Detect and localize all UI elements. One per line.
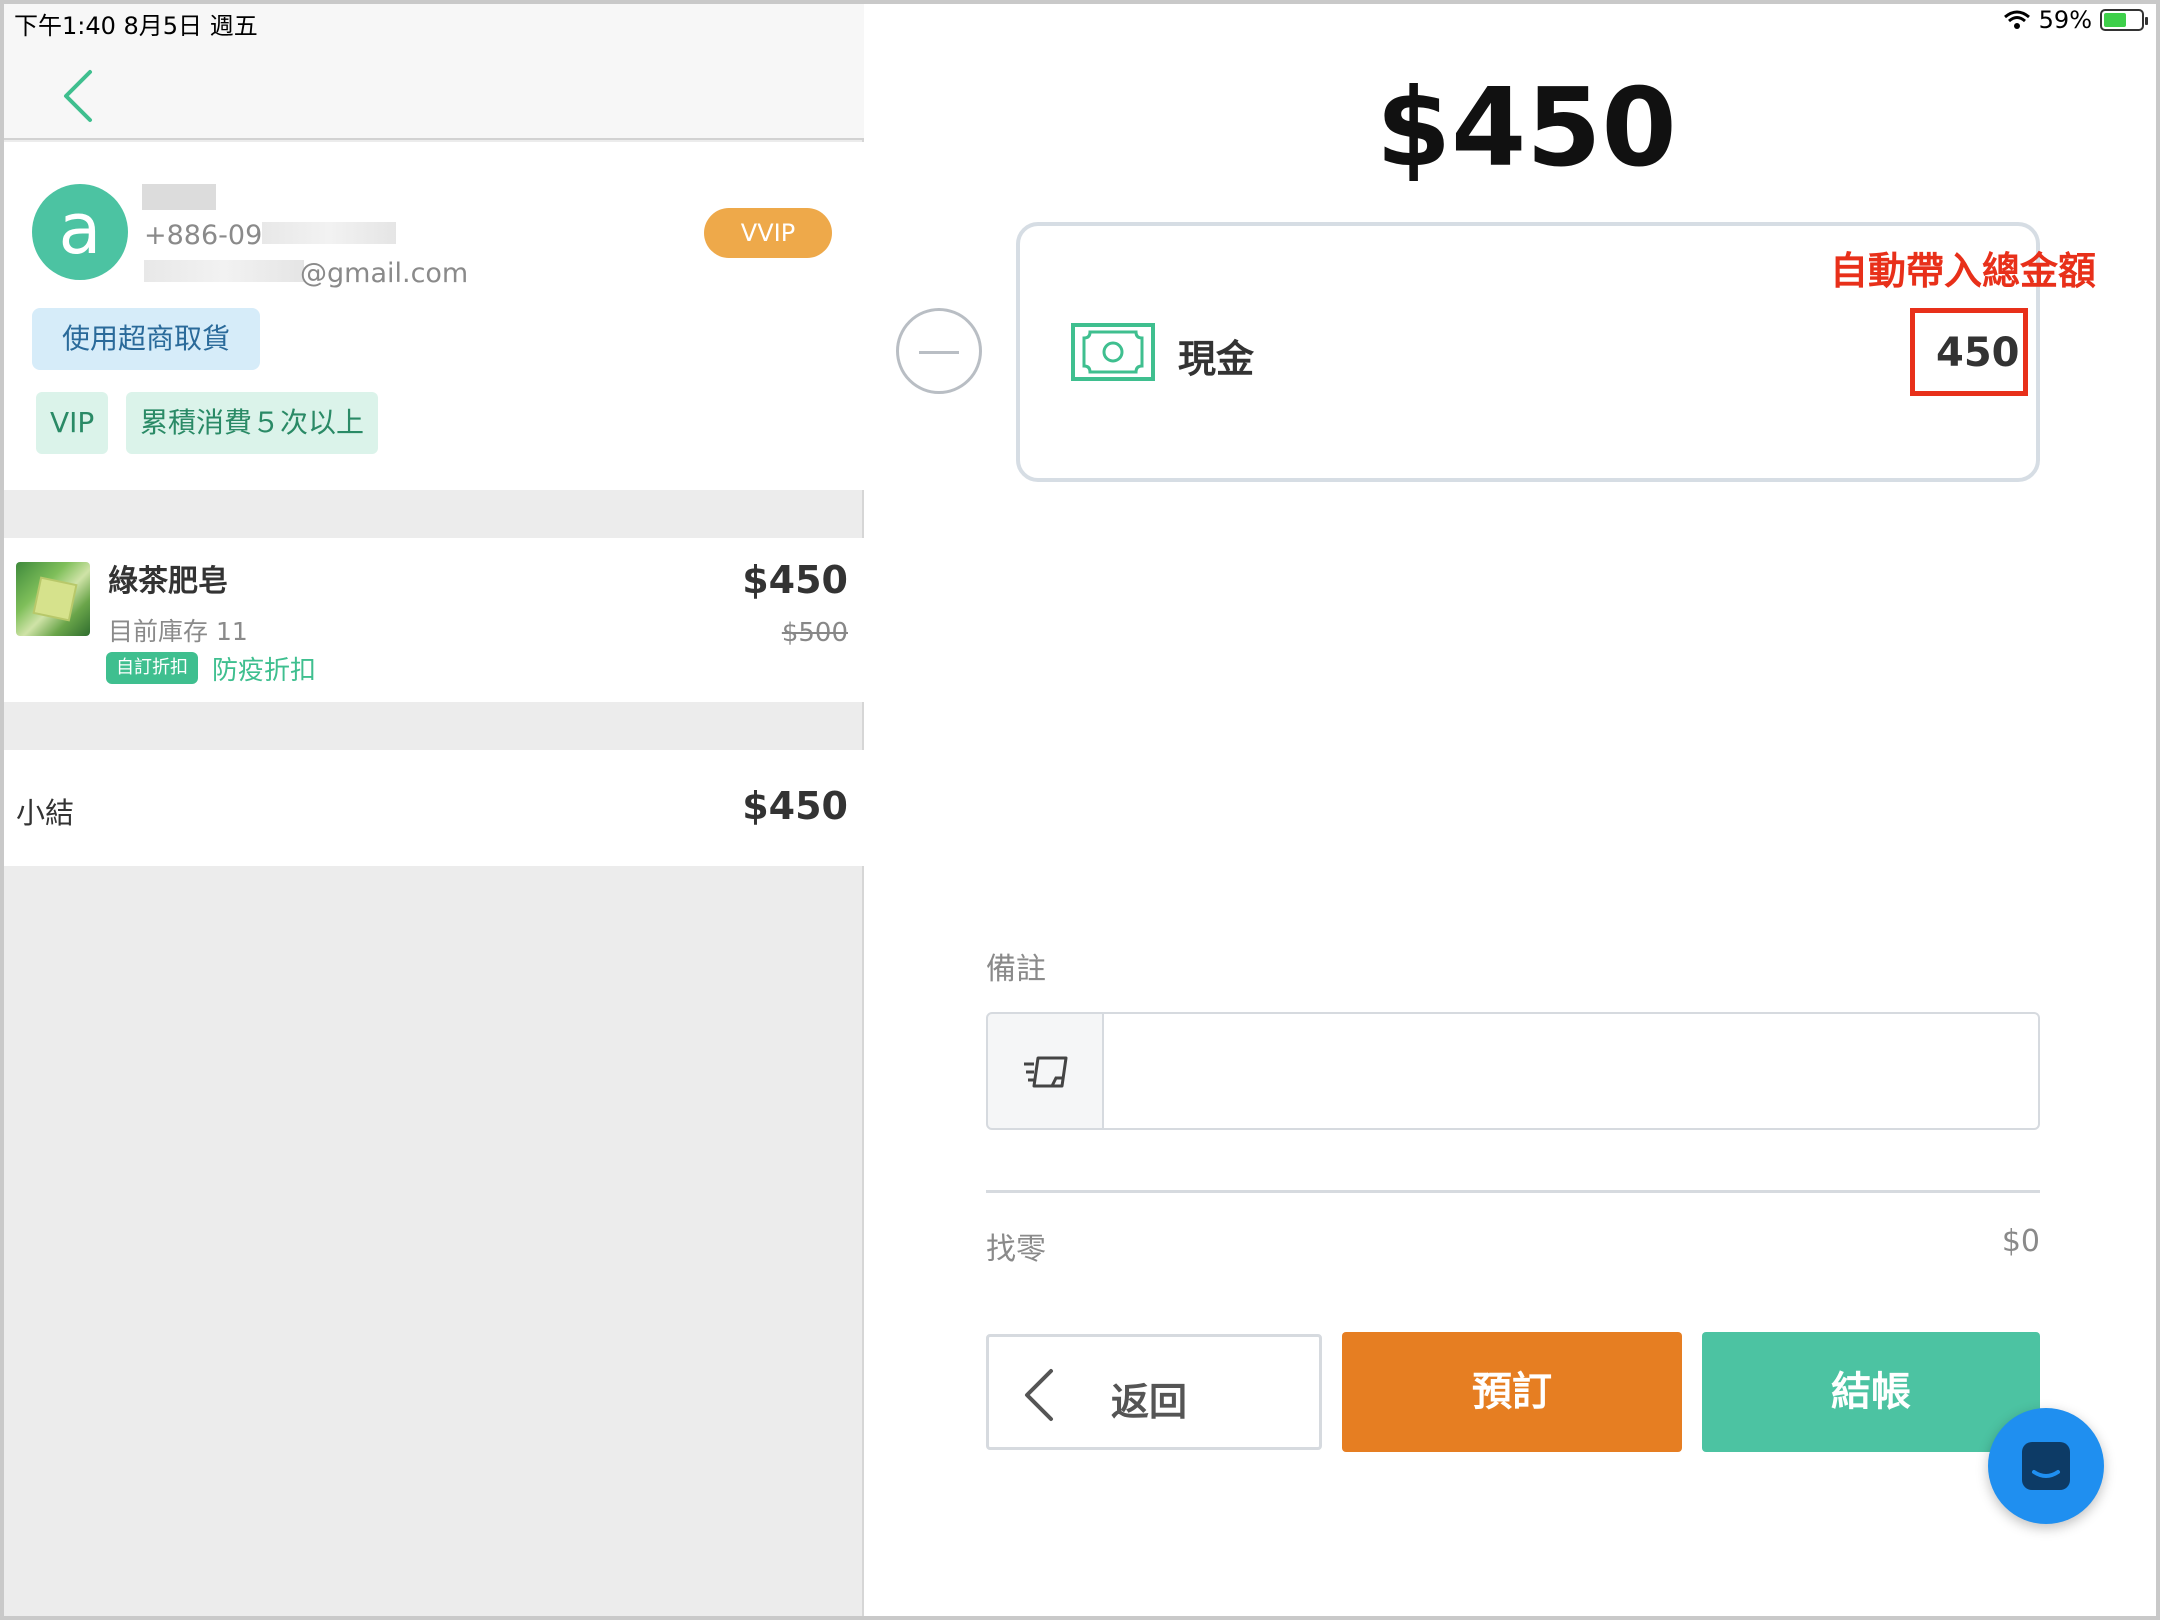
status-time-date: 下午1:40 8月5日 週五 [14, 12, 258, 40]
note-label: 備註 [986, 952, 1046, 987]
customer-tag-vip: VIP [36, 392, 109, 454]
status-right: 59% [2003, 6, 2148, 34]
status-bar: 下午1:40 8月5日 週五 59% [4, 4, 2156, 40]
customer-email: @gmail.com [300, 258, 469, 289]
payment-amount-input[interactable]: 450 [1936, 330, 2020, 376]
remove-payment-button[interactable] [896, 308, 982, 394]
change-label: 找零 [986, 1232, 1046, 1267]
product-original-price: $500 [781, 618, 848, 648]
customer-card[interactable]: a +886-09 @gmail.com VVIP 使用超商取貨 VIP 累積消… [4, 142, 864, 490]
customer-tag-frequent: 累積消費５次以上 [126, 392, 379, 454]
total-amount: $450 [1376, 66, 1677, 191]
note-icon [1024, 1056, 1068, 1088]
subtotal-value: $450 [742, 784, 848, 828]
back-chevron-icon[interactable] [60, 68, 100, 124]
note-input[interactable] [1104, 1012, 2040, 1130]
product-price: $450 [742, 558, 848, 602]
subtotal-row: 小結 $450 [4, 750, 864, 866]
order-panel: a +886-09 @gmail.com VVIP 使用超商取貨 VIP 累積消… [4, 4, 864, 1616]
customer-phone: +886-09 [144, 220, 263, 251]
battery-percent: 59% [2038, 6, 2092, 34]
wifi-icon [2003, 10, 2030, 29]
checkout-button[interactable]: 結帳 [1702, 1332, 2040, 1452]
cash-icon [1071, 323, 1155, 381]
email-redacted [144, 260, 304, 282]
change-value: $0 [2001, 1224, 2040, 1259]
product-thumbnail [16, 562, 90, 636]
cart-item[interactable]: 綠茶肥皂 目前庫存 11 自訂折扣 防疫折扣 $450 $500 [4, 538, 864, 702]
product-stock: 目前庫存 11 [108, 617, 248, 646]
chat-icon [2022, 1442, 2070, 1490]
phone-redacted [262, 222, 396, 244]
subtotal-label: 小結 [16, 796, 75, 830]
pickup-tag: 使用超商取貨 [32, 308, 261, 370]
battery-icon [2100, 9, 2148, 31]
discount-label: 防疫折扣 [212, 656, 317, 686]
chevron-left-icon [1025, 1369, 1053, 1421]
annotation-text: 自動帶入總金額 [1830, 249, 2097, 293]
back-button-label: 返回 [1111, 1380, 1188, 1424]
avatar: a [32, 184, 128, 280]
divider [986, 1190, 2040, 1193]
note-icon-box [986, 1012, 1104, 1130]
back-button[interactable]: 返回 [986, 1334, 1322, 1450]
chat-button[interactable] [1988, 1408, 2104, 1524]
tier-badge: VVIP [704, 208, 832, 258]
customer-name-redacted [142, 184, 216, 210]
payment-method-label: 現金 [1178, 337, 1255, 381]
discount-badge: 自訂折扣 [106, 652, 198, 684]
reserve-button[interactable]: 預訂 [1342, 1332, 1682, 1452]
product-name: 綠茶肥皂 [108, 564, 228, 599]
